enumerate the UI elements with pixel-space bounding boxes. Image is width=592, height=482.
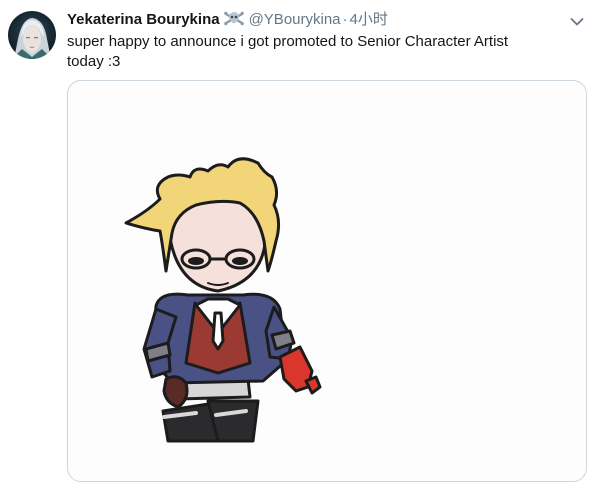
tweet-text-line: super happy to announce i got promoted t… xyxy=(67,33,509,50)
chibi-character-illustration xyxy=(124,157,322,443)
tweet-text-line: today :3 xyxy=(67,53,121,70)
timestamp[interactable]: 4小时 xyxy=(350,11,388,28)
media-image[interactable] xyxy=(67,80,587,482)
separator-dot: · xyxy=(342,11,348,28)
tweet-text: super happy to announce i got promoted t… xyxy=(67,32,567,72)
avatar-illustration xyxy=(12,18,52,59)
chevron-down-icon[interactable] xyxy=(570,14,584,26)
tweet-header: Yekaterina Bourykina @YBourykina · 4小时 xyxy=(67,10,592,30)
tweet[interactable]: Yekaterina Bourykina @YBourykina · 4小时 sup… xyxy=(0,0,592,482)
avatar[interactable] xyxy=(8,11,56,59)
skull-crossbones-icon xyxy=(223,10,244,27)
display-name[interactable]: Yekaterina Bourykina xyxy=(67,11,220,28)
user-handle[interactable]: @YBourykina xyxy=(249,11,341,28)
